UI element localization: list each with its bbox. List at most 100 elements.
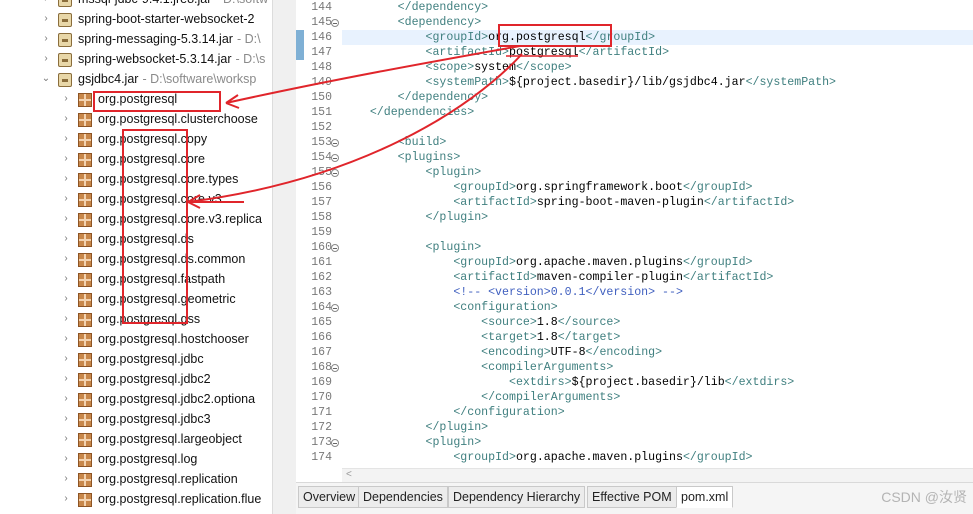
- code-line[interactable]: <scope>system</scope>: [342, 60, 973, 75]
- pom-xml-editor[interactable]: 144 145 146 147 148 149 150 151 152 153 154 155 156 1…: [296, 0, 973, 468]
- code-line[interactable]: </plugin>: [342, 210, 973, 225]
- chevron-right-icon[interactable]: ›: [60, 213, 72, 225]
- tree-item[interactable]: › org.postgresql.ds: [0, 230, 272, 250]
- chevron-right-icon[interactable]: ›: [60, 193, 72, 205]
- code-line[interactable]: <groupId>org.springframework.boot</group…: [342, 180, 973, 195]
- code-line[interactable]: <dependency>: [342, 15, 973, 30]
- tree-item[interactable]: › mssql-jdbc-9.4.1.jre8.jar - D:\softw: [0, 0, 272, 10]
- fold-toggle-icon[interactable]: [331, 154, 339, 162]
- tree-item[interactable]: › org.postgresql.geometric: [0, 290, 272, 310]
- tab-overview[interactable]: Overview: [298, 486, 361, 508]
- code-line[interactable]: <build>: [342, 135, 973, 150]
- code-line[interactable]: <extdirs>${project.basedir}/lib</extdirs…: [342, 375, 973, 390]
- chevron-right-icon[interactable]: ›: [60, 353, 72, 365]
- chevron-right-icon[interactable]: ›: [60, 493, 72, 505]
- code-line[interactable]: <compilerArguments>: [342, 360, 973, 375]
- chevron-down-icon[interactable]: ⌄: [40, 73, 52, 85]
- tree-item[interactable]: › spring-boot-starter-websocket-2: [0, 10, 272, 30]
- chevron-right-icon[interactable]: ›: [60, 373, 72, 385]
- chevron-right-icon[interactable]: ›: [60, 153, 72, 165]
- chevron-right-icon[interactable]: ›: [60, 273, 72, 285]
- chevron-right-icon[interactable]: ›: [60, 413, 72, 425]
- tree-item[interactable]: › org.postgresql.jdbc2.optiona: [0, 390, 272, 410]
- tree-item[interactable]: › spring-websocket-5.3.14.jar - D:\s: [0, 50, 272, 70]
- fold-toggle-icon[interactable]: [331, 169, 339, 177]
- chevron-right-icon[interactable]: ›: [60, 433, 72, 445]
- horizontal-scrollbar[interactable]: <: [342, 468, 973, 482]
- code-line[interactable]: </dependency>: [342, 0, 973, 15]
- chevron-right-icon[interactable]: ›: [60, 173, 72, 185]
- code-line[interactable]: <plugin>: [342, 435, 973, 450]
- tree-item[interactable]: › org.postgresql.log: [0, 450, 272, 470]
- tree-item[interactable]: › org.postgresql.gss: [0, 310, 272, 330]
- chevron-right-icon[interactable]: ›: [40, 13, 52, 25]
- scroll-left-arrow-icon[interactable]: <: [346, 469, 352, 480]
- chevron-right-icon[interactable]: ›: [60, 113, 72, 125]
- code-line[interactable]: <!-- <version>0.0.1</version> -->: [342, 285, 973, 300]
- code-line[interactable]: </compilerArguments>: [342, 390, 973, 405]
- tab-dependencies[interactable]: Dependencies: [358, 486, 448, 508]
- tree-item[interactable]: › org.postgresql.core.v3: [0, 190, 272, 210]
- code-line[interactable]: <source>1.8</source>: [342, 315, 973, 330]
- chevron-right-icon[interactable]: ›: [40, 0, 52, 5]
- chevron-right-icon[interactable]: ›: [60, 93, 72, 105]
- fold-toggle-icon[interactable]: [331, 139, 339, 147]
- tree-item[interactable]: ⌄ gsjdbc4.jar - D:\software\worksp: [0, 70, 272, 90]
- code-line[interactable]: <artifactId>postgresql</artifactId>: [342, 45, 973, 60]
- chevron-right-icon[interactable]: ›: [60, 133, 72, 145]
- tree-item[interactable]: › org.postgresql.core.v3.replica: [0, 210, 272, 230]
- tree-item[interactable]: › org.postgresql: [0, 90, 272, 110]
- code-line[interactable]: <groupId>org.postgresql</groupId>: [342, 30, 973, 45]
- chevron-right-icon[interactable]: ›: [60, 453, 72, 465]
- code-line[interactable]: <plugin>: [342, 240, 973, 255]
- tree-item[interactable]: › org.postgresql.replication: [0, 470, 272, 490]
- tree-item[interactable]: › org.postgresql.jdbc: [0, 350, 272, 370]
- fold-toggle-icon[interactable]: [331, 244, 339, 252]
- code-line[interactable]: </configuration>: [342, 405, 973, 420]
- panel-splitter[interactable]: [272, 0, 296, 514]
- tree-item[interactable]: › org.postgresql.copy: [0, 130, 272, 150]
- code-line[interactable]: <groupId>org.apache.maven.plugins</group…: [342, 255, 973, 270]
- tree-item[interactable]: › org.postgresql.jdbc2: [0, 370, 272, 390]
- code-line[interactable]: <artifactId>maven-compiler-plugin</artif…: [342, 270, 973, 285]
- code-line[interactable]: <configuration>: [342, 300, 973, 315]
- chevron-right-icon[interactable]: ›: [60, 233, 72, 245]
- chevron-right-icon[interactable]: ›: [60, 473, 72, 485]
- tree-item[interactable]: › org.postgresql.jdbc3: [0, 410, 272, 430]
- tree-item[interactable]: › org.postgresql.ds.common: [0, 250, 272, 270]
- code-line[interactable]: [342, 225, 973, 240]
- code-line[interactable]: <target>1.8</target>: [342, 330, 973, 345]
- tree-item[interactable]: › spring-messaging-5.3.14.jar - D:\: [0, 30, 272, 50]
- code-line[interactable]: </plugin>: [342, 420, 973, 435]
- tab-effective-pom[interactable]: Effective POM: [587, 486, 677, 508]
- tree-item[interactable]: › org.postgresql.core.types: [0, 170, 272, 190]
- tab-pom-xml[interactable]: pom.xml: [676, 486, 734, 508]
- fold-toggle-icon[interactable]: [331, 19, 339, 27]
- code-line[interactable]: <systemPath>${project.basedir}/lib/gsjdb…: [342, 75, 973, 90]
- code-line[interactable]: <plugins>: [342, 150, 973, 165]
- code-line[interactable]: </dependency>: [342, 90, 973, 105]
- tab-dependency-hierarchy[interactable]: Dependency Hierarchy: [448, 486, 586, 508]
- fold-toggle-icon[interactable]: [331, 304, 339, 312]
- fold-toggle-icon[interactable]: [331, 439, 339, 447]
- tree-item[interactable]: › org.postgresql.core: [0, 150, 272, 170]
- chevron-right-icon[interactable]: ›: [40, 53, 52, 65]
- code-line[interactable]: <encoding>UTF-8</encoding>: [342, 345, 973, 360]
- tree-item[interactable]: › org.postgresql.hostchooser: [0, 330, 272, 350]
- tree-item[interactable]: › org.postgresql.clusterchoose: [0, 110, 272, 130]
- chevron-right-icon[interactable]: ›: [60, 313, 72, 325]
- chevron-right-icon[interactable]: ›: [60, 253, 72, 265]
- code-line[interactable]: <plugin>: [342, 165, 973, 180]
- fold-toggle-icon[interactable]: [331, 364, 339, 372]
- code-line[interactable]: </dependencies>: [342, 105, 973, 120]
- tree-item[interactable]: › org.postgresql.replication.flue: [0, 490, 272, 510]
- chevron-right-icon[interactable]: ›: [60, 293, 72, 305]
- code-line[interactable]: <groupId>org.apache.maven.plugins</group…: [342, 450, 973, 465]
- tree-item[interactable]: › org.postgresql.largeobject: [0, 430, 272, 450]
- code-line[interactable]: <artifactId>spring-boot-maven-plugin</ar…: [342, 195, 973, 210]
- tree-item[interactable]: › org.postgresql.fastpath: [0, 270, 272, 290]
- chevron-right-icon[interactable]: ›: [40, 33, 52, 45]
- code-line[interactable]: [342, 120, 973, 135]
- chevron-right-icon[interactable]: ›: [60, 333, 72, 345]
- chevron-right-icon[interactable]: ›: [60, 393, 72, 405]
